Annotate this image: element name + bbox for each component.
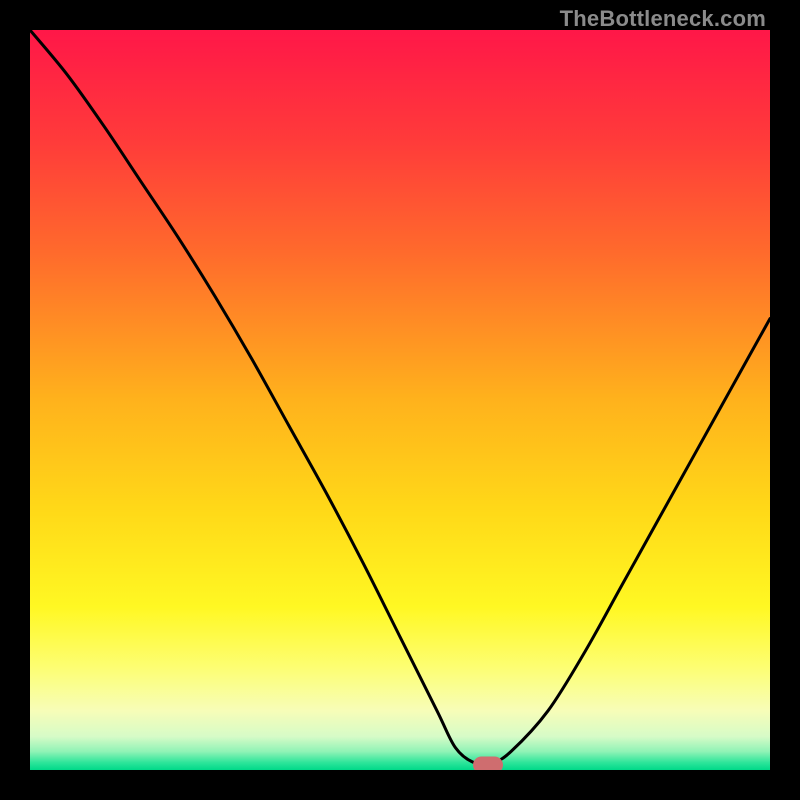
optimal-point-marker — [473, 756, 503, 770]
bottleneck-curve — [30, 30, 770, 770]
plot-area — [30, 30, 770, 770]
chart-frame: TheBottleneck.com — [0, 0, 800, 800]
watermark-text: TheBottleneck.com — [560, 6, 766, 32]
